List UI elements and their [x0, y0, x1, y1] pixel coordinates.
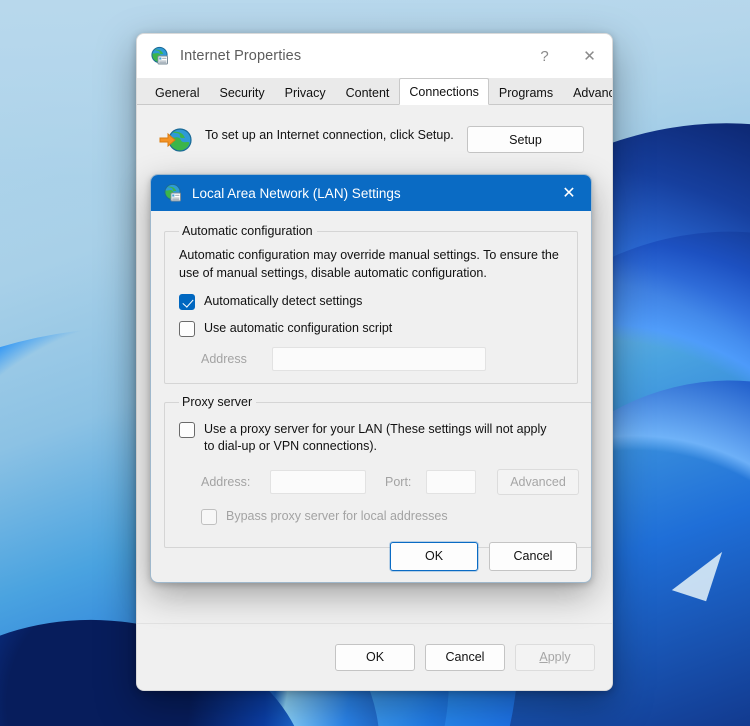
desktop-wallpaper: Internet Properties ? ✕ General Security…	[0, 0, 750, 726]
lan-settings-footer: OK Cancel	[151, 528, 591, 583]
use-proxy-server-checkbox[interactable]	[179, 422, 195, 438]
use-proxy-server-row[interactable]: Use a proxy server for your LAN (These s…	[179, 421, 579, 455]
proxy-address-row: Address: Port: Advanced	[201, 469, 579, 495]
auto-detect-settings-label: Automatically detect settings	[204, 293, 362, 310]
tab-connections[interactable]: Connections	[399, 78, 489, 105]
automatic-configuration-legend: Automatic configuration	[179, 224, 317, 238]
internet-properties-title: Internet Properties	[180, 48, 301, 64]
cancel-button[interactable]: Cancel	[425, 644, 505, 671]
setup-description: To set up an Internet connection, click …	[205, 125, 455, 144]
lan-settings-globe-icon	[163, 183, 183, 203]
internet-properties-footer: OK Cancel Apply	[137, 623, 612, 690]
bypass-proxy-label: Bypass proxy server for local addresses	[226, 508, 448, 525]
lan-cancel-button[interactable]: Cancel	[489, 542, 577, 571]
wallpaper-shard	[672, 541, 722, 602]
use-proxy-server-label: Use a proxy server for your LAN (These s…	[204, 421, 549, 455]
lan-settings-title: Local Area Network (LAN) Settings	[192, 186, 401, 201]
tab-general[interactable]: General	[145, 81, 209, 104]
apply-button[interactable]: Apply	[515, 644, 595, 671]
proxy-address-input[interactable]	[270, 470, 366, 494]
lan-ok-button[interactable]: OK	[390, 542, 478, 571]
proxy-address-label: Address:	[201, 475, 261, 489]
use-config-script-checkbox[interactable]	[179, 321, 195, 337]
tab-programs[interactable]: Programs	[489, 81, 563, 104]
close-icon[interactable]: ✕	[547, 175, 591, 211]
internet-properties-window-controls: ? ✕	[522, 34, 612, 78]
lan-settings-titlebar: Local Area Network (LAN) Settings ✕	[151, 175, 591, 211]
advanced-button[interactable]: Advanced	[497, 469, 579, 495]
lan-settings-body: Automatic configuration Automatic config…	[151, 211, 591, 583]
tab-content[interactable]: Content	[336, 81, 400, 104]
auto-config-address-input[interactable]	[272, 347, 486, 371]
apply-accel: A	[539, 650, 547, 664]
auto-config-address-row: Address	[201, 347, 565, 371]
help-button[interactable]: ?	[522, 34, 567, 78]
lan-settings-dialog: Local Area Network (LAN) Settings ✕ Auto…	[150, 174, 592, 583]
ok-button[interactable]: OK	[335, 644, 415, 671]
auto-detect-settings-row[interactable]: Automatically detect settings	[179, 293, 565, 310]
auto-detect-settings-checkbox[interactable]	[179, 294, 195, 310]
proxy-port-label: Port:	[385, 475, 417, 489]
automatic-configuration-description: Automatic configuration may override man…	[179, 246, 565, 282]
setup-button[interactable]: Setup	[467, 126, 584, 153]
use-config-script-label: Use automatic configuration script	[204, 320, 392, 337]
internet-properties-tabstrip: General Security Privacy Content Connect…	[137, 78, 612, 105]
globe-with-orange-arrow-icon	[159, 125, 193, 155]
proxy-port-input[interactable]	[426, 470, 476, 494]
bypass-proxy-checkbox[interactable]	[201, 509, 217, 525]
proxy-server-group: Proxy server Use a proxy server for your…	[164, 395, 592, 548]
proxy-server-legend: Proxy server	[179, 395, 256, 409]
auto-config-address-label: Address	[201, 352, 263, 366]
use-config-script-row[interactable]: Use automatic configuration script	[179, 320, 565, 337]
bypass-proxy-row[interactable]: Bypass proxy server for local addresses	[201, 508, 579, 525]
internet-properties-globe-icon	[150, 46, 170, 66]
setup-row: To set up an Internet connection, click …	[151, 119, 598, 155]
tab-security[interactable]: Security	[209, 81, 274, 104]
internet-properties-titlebar: Internet Properties ? ✕	[137, 34, 612, 78]
close-icon[interactable]: ✕	[567, 34, 612, 78]
tab-advanced[interactable]: Advanced	[563, 81, 613, 104]
automatic-configuration-group: Automatic configuration Automatic config…	[164, 224, 578, 384]
tab-privacy[interactable]: Privacy	[275, 81, 336, 104]
apply-rest: pply	[548, 650, 571, 664]
